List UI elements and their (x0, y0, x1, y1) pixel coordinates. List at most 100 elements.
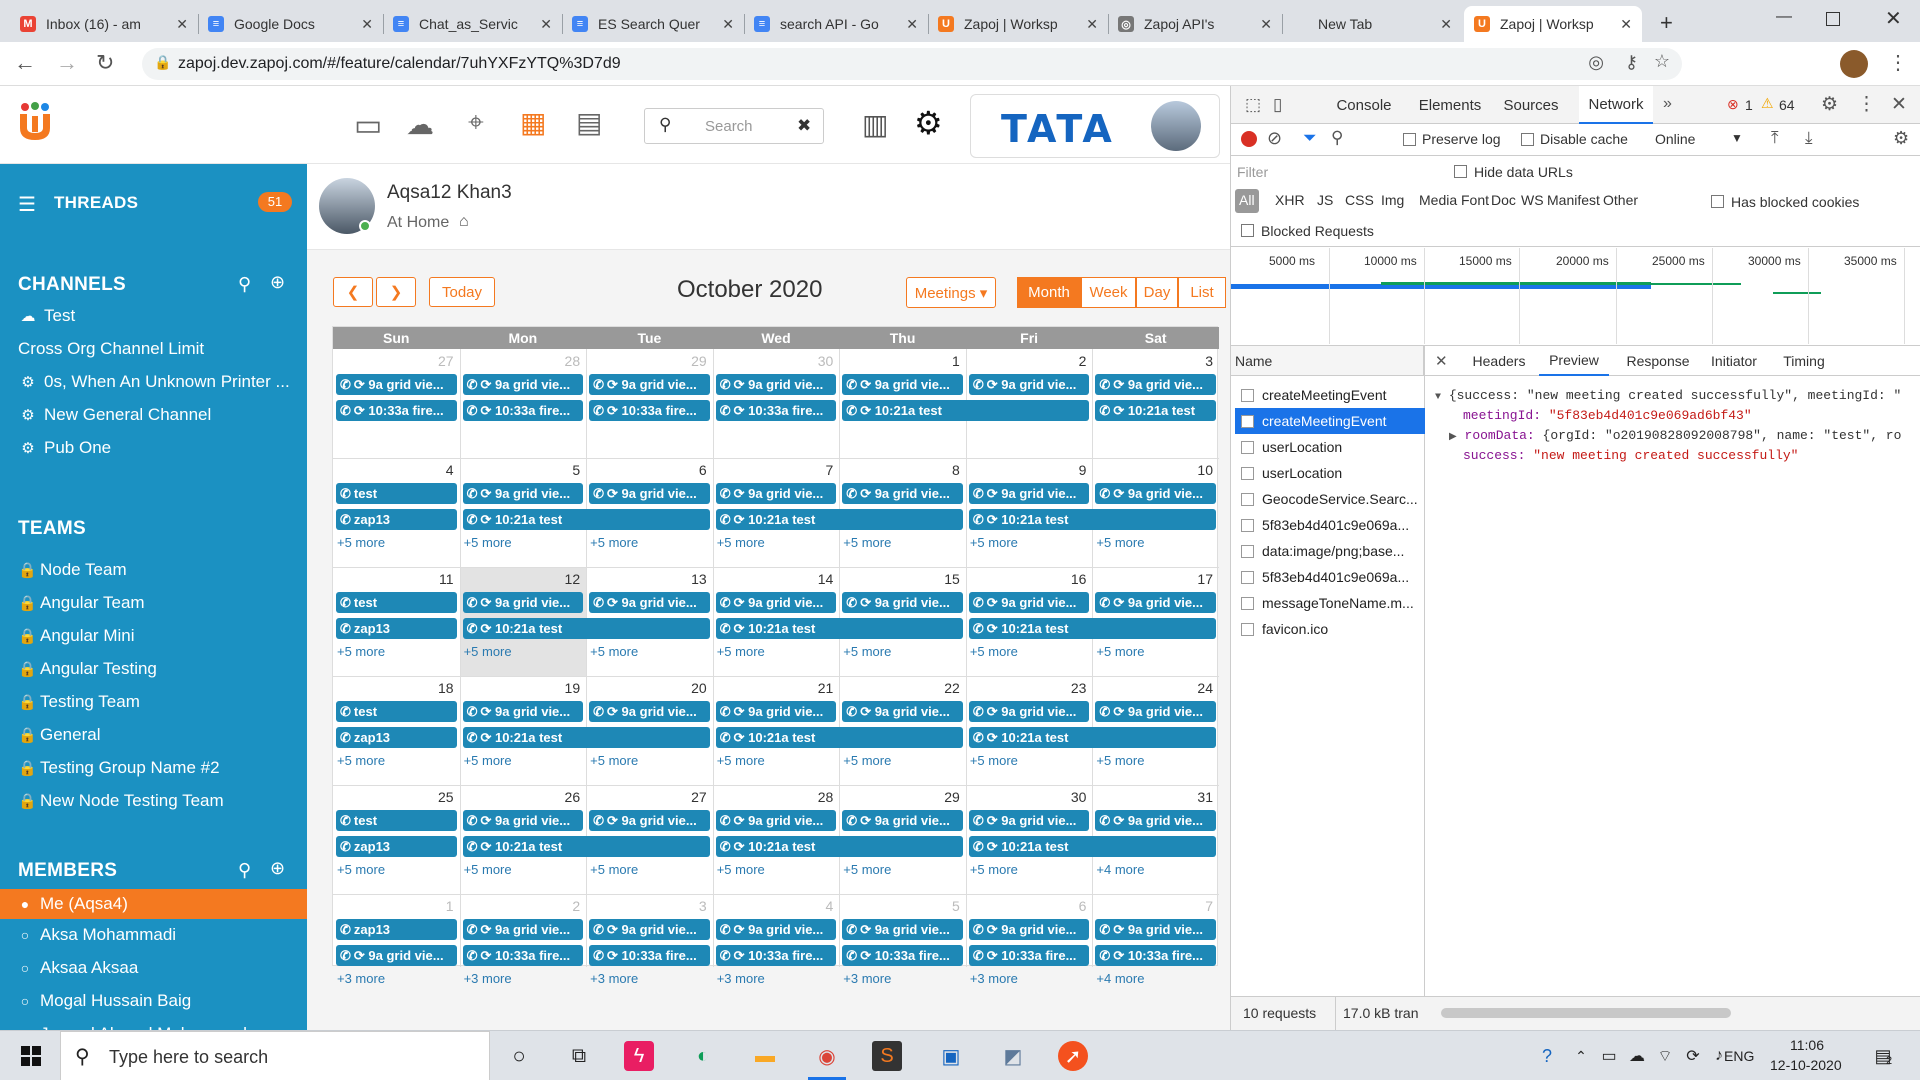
help-tray-icon[interactable]: ? (1530, 1039, 1564, 1073)
gear-icon[interactable]: ⚙ (914, 104, 943, 142)
members-search-icon[interactable]: ⚲ (238, 860, 251, 881)
calendar-event[interactable]: ✆ ⟳ 10:33a fire... (1095, 945, 1216, 966)
meetings-filter-dropdown[interactable]: Meetings ▾ (906, 277, 996, 308)
calendar-event[interactable]: ✆ ⟳ 10:21a test (715, 836, 963, 857)
forward-icon[interactable]: → (56, 50, 78, 76)
more-events-link[interactable]: +5 more (717, 535, 765, 550)
more-events-link[interactable]: +3 more (590, 971, 638, 986)
more-events-link[interactable]: +5 more (717, 753, 765, 768)
detail-tab-preview[interactable]: Preview (1539, 346, 1609, 376)
day-number[interactable]: 21 (713, 680, 834, 696)
more-events-link[interactable]: +3 more (337, 971, 385, 986)
more-events-link[interactable]: +4 more (1096, 971, 1144, 986)
import-icon[interactable]: ⤒ (1771, 128, 1779, 148)
calendar-event[interactable]: ✆ ⟳ 9a grid vie... (842, 810, 963, 831)
detail-tab-response[interactable]: Response (1621, 346, 1695, 376)
clear-search-icon[interactable]: ✖ (797, 116, 811, 136)
disable-cache-checkbox[interactable] (1521, 133, 1534, 146)
tab-close-icon[interactable]: ✕ (176, 16, 188, 33)
cloud-upload-icon[interactable]: ☁ (406, 108, 434, 141)
book-icon[interactable]: ▥ (862, 108, 888, 141)
more-events-link[interactable]: +5 more (464, 644, 512, 659)
next-month-button[interactable]: ❯ (376, 277, 416, 307)
more-events-link[interactable]: +5 more (590, 753, 638, 768)
team-item[interactable]: 🔒 Node Team (18, 560, 298, 580)
more-events-link[interactable]: +3 more (464, 971, 512, 986)
day-number[interactable]: 28 (460, 353, 581, 369)
devtools-settings-icon[interactable]: ⚙ (1821, 93, 1838, 116)
more-events-link[interactable]: +5 more (590, 535, 638, 550)
calendar-event[interactable]: ✆ ⟳ 10:21a test (968, 618, 1216, 639)
tab-close-icon[interactable]: ✕ (1620, 16, 1632, 33)
devtools-search-icon[interactable]: ⚲ (1331, 128, 1343, 148)
calendar-event[interactable]: ✆ ⟳ 10:33a fire... (715, 945, 837, 966)
url-field[interactable]: 🔒 zapoj.dev.zapoj.com/#/feature/calendar… (142, 48, 1682, 80)
browser-tab[interactable]: ◎ Zapoj API's ✕ (1108, 6, 1282, 42)
day-number[interactable]: 5 (839, 898, 960, 914)
day-number[interactable]: 1 (333, 898, 454, 914)
more-events-link[interactable]: +5 more (464, 753, 512, 768)
key-icon[interactable]: ⚷ (1625, 52, 1638, 73)
profile-avatar[interactable] (1840, 50, 1868, 78)
more-events-link[interactable]: +5 more (337, 753, 385, 768)
today-button[interactable]: Today (429, 277, 495, 307)
warning-icon[interactable]: ⚠ (1761, 95, 1774, 112)
more-events-link[interactable]: +5 more (1096, 535, 1144, 550)
calendar-event[interactable]: ✆ ⟳ 9a grid vie... (1095, 919, 1216, 940)
notifications-icon[interactable]: ▤ (1866, 1039, 1900, 1073)
browser-tab[interactable]: ≡ Google Docs ✕ (198, 6, 383, 42)
clock-date[interactable]: 12-10-2020 (1770, 1057, 1842, 1073)
chat-icon[interactable]: ▭ (354, 108, 382, 143)
clock-time[interactable]: 11:06 (1790, 1037, 1824, 1053)
more-events-link[interactable]: +5 more (970, 862, 1018, 877)
more-events-link[interactable]: +3 more (717, 971, 765, 986)
day-number[interactable]: 7 (713, 462, 833, 478)
day-number[interactable]: 5 (460, 462, 580, 478)
calendar-event[interactable]: ✆ ⟳ 9a grid vie... (462, 919, 584, 940)
day-number[interactable]: 22 (839, 680, 960, 696)
request-row[interactable]: userLocation (1235, 460, 1425, 486)
windows-start-icon[interactable] (14, 1039, 48, 1073)
day-number[interactable]: 8 (839, 462, 960, 478)
team-item[interactable]: 🔒 New Node Testing Team (18, 791, 298, 811)
day-number[interactable]: 27 (333, 353, 454, 369)
detail-tab-initiator[interactable]: Initiator (1703, 346, 1765, 376)
team-item[interactable]: 🔒 Angular Testing (18, 659, 298, 679)
day-number[interactable]: 29 (839, 789, 960, 805)
location-icon[interactable]: ◎ (1588, 52, 1604, 73)
error-icon[interactable]: ⊗ (1727, 96, 1739, 113)
more-events-link[interactable]: +5 more (970, 753, 1018, 768)
calendar-event[interactable]: ✆ ⟳ 10:21a test (715, 727, 963, 748)
tab-close-icon[interactable]: ✕ (540, 16, 552, 33)
more-events-link[interactable]: +5 more (590, 862, 638, 877)
calendar-event[interactable]: ✆ ⟳ 9a grid vie... (589, 919, 710, 940)
calendar-event[interactable]: ✆ ⟳ 10:21a test (715, 618, 963, 639)
blocked-requests-checkbox[interactable] (1241, 224, 1254, 237)
more-events-link[interactable]: +5 more (464, 862, 512, 877)
calendar-event[interactable]: ✆ ⟳ 9a grid vie... (589, 374, 710, 395)
tab-close-icon[interactable]: ✕ (1086, 16, 1098, 33)
calendar-event[interactable]: ✆ ⟳ 9a grid vie... (715, 483, 837, 504)
calendar-event[interactable]: ✆ ⟳ 9a grid vie... (336, 374, 457, 395)
calendar-event[interactable]: ✆ test (336, 701, 457, 722)
calendar-event[interactable]: ✆ ⟳ 10:33a fire... (842, 945, 963, 966)
calendar-event[interactable]: ✆ ⟳ 10:21a test (1095, 400, 1216, 421)
calendar-event[interactable]: ✆ test (336, 483, 457, 504)
calendar-event[interactable]: ✆ ⟳ 9a grid vie... (1095, 701, 1216, 722)
day-number[interactable]: 11 (333, 571, 454, 587)
type-filter-js[interactable]: JS (1313, 189, 1337, 213)
more-tabs-icon[interactable]: » (1663, 95, 1672, 113)
day-number[interactable]: 6 (586, 462, 707, 478)
more-events-link[interactable]: +5 more (1096, 753, 1144, 768)
calendar-event[interactable]: ✆ ⟳ 9a grid vie... (968, 701, 1090, 722)
type-filter-other[interactable]: Other (1599, 189, 1642, 213)
calendar-event[interactable]: ✆ ⟳ 9a grid vie... (1095, 592, 1216, 613)
tab-close-icon[interactable]: ✕ (1260, 16, 1272, 33)
day-number[interactable]: 31 (1092, 789, 1213, 805)
name-column-header[interactable]: Name (1231, 346, 1424, 376)
more-events-link[interactable]: +3 more (843, 971, 891, 986)
preserve-log-checkbox[interactable] (1403, 133, 1416, 146)
calendar-event[interactable]: ✆ ⟳ 9a grid vie... (589, 483, 710, 504)
taskbar-search-box[interactable]: ⚲ Type here to search (60, 1031, 490, 1080)
team-item[interactable]: 🔒 Testing Team (18, 692, 298, 712)
